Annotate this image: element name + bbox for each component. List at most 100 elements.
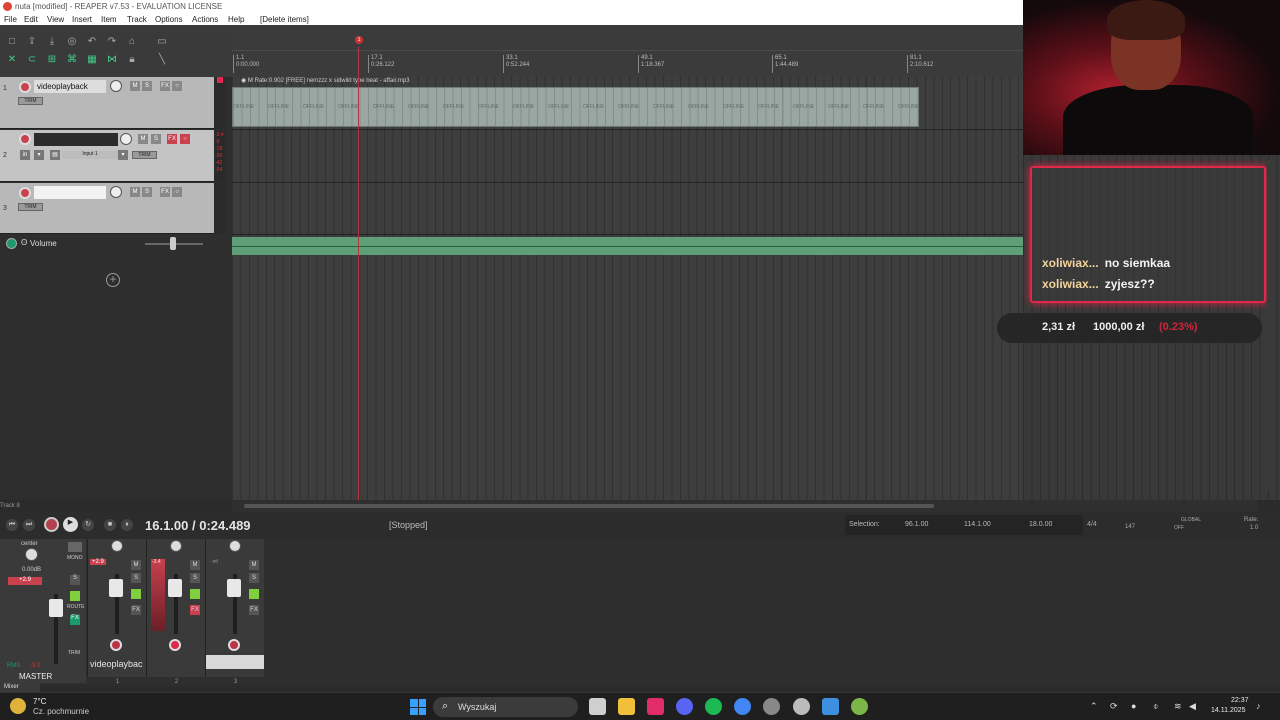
- weather-temperature[interactable]: 7°C: [33, 697, 46, 706]
- automation-mode-button[interactable]: TRIM: [18, 203, 43, 211]
- envelope-points-icon[interactable]: ⊞: [46, 54, 58, 66]
- weather-description[interactable]: Cz. pochmurnie: [33, 707, 89, 716]
- wifi-icon[interactable]: ≋: [1174, 701, 1182, 712]
- mute-button[interactable]: M: [190, 560, 200, 570]
- pause-button[interactable]: ⏸: [121, 519, 133, 531]
- input-type-icon[interactable]: ▤: [50, 150, 60, 160]
- record-button[interactable]: [44, 517, 59, 532]
- mixer-strip-1[interactable]: +2.9 M S FX videoplaybac 1: [87, 539, 146, 685]
- timeline-ruler[interactable]: 1.1 0:00.000 17.1 0:26.122 33.1 0:52.244 49…: [232, 25, 1023, 77]
- bpm-value[interactable]: 147: [1125, 524, 1135, 530]
- track-2-header[interactable]: 2 M S FX ○ in ▾ ▤ Input 1 ▾ TRIM: [0, 130, 214, 182]
- edit-cursor-marker[interactable]: 1: [355, 36, 363, 44]
- track-name-field[interactable]: [34, 186, 106, 199]
- vertical-scrollbar[interactable]: [1267, 160, 1273, 490]
- automation-mode-button[interactable]: TRIM: [18, 97, 43, 105]
- clock-date[interactable]: 14.11.2025: [1211, 707, 1246, 714]
- snap-icon[interactable]: ⌘: [66, 54, 78, 66]
- fx-button[interactable]: FX: [131, 605, 141, 615]
- mute-button[interactable]: M: [138, 134, 148, 144]
- selection-length[interactable]: 18.0.00: [1029, 521, 1052, 528]
- menu-edit[interactable]: Edit: [24, 15, 38, 24]
- envelope-arm-icon[interactable]: ʘ: [21, 238, 27, 247]
- spotify-icon[interactable]: [705, 698, 722, 715]
- record-arm-button[interactable]: [19, 187, 31, 199]
- save-project-icon[interactable]: ⤓: [46, 36, 58, 48]
- input-monitor-button[interactable]: in: [20, 150, 30, 160]
- horizontal-scrollbar[interactable]: [232, 500, 1257, 512]
- obs-icon[interactable]: [763, 698, 780, 715]
- record-arm-button[interactable]: [169, 639, 181, 651]
- repeat-icon[interactable]: ↻: [82, 519, 94, 531]
- fx-button[interactable]: FX: [167, 134, 177, 144]
- menu-insert[interactable]: Insert: [72, 15, 92, 24]
- discord-icon[interactable]: [676, 698, 693, 715]
- tray-app-icon[interactable]: ●: [1131, 701, 1136, 711]
- play-button[interactable]: ▶: [63, 517, 78, 532]
- pan-knob[interactable]: [170, 540, 182, 552]
- master-phase-icon[interactable]: [70, 591, 80, 601]
- solo-button[interactable]: S: [249, 573, 259, 583]
- record-arm-button[interactable]: [110, 639, 122, 651]
- clock-time[interactable]: 22:37: [1231, 697, 1249, 704]
- stop-button[interactable]: ■: [104, 519, 116, 531]
- envelope-line[interactable]: [232, 246, 1028, 247]
- media-item-offline[interactable]: ◉ M Rate:0.902 [FREE] nemzzz x sidwild t…: [232, 78, 919, 127]
- notification-bell-icon[interactable]: ♪: [1256, 701, 1261, 711]
- start-button[interactable]: [410, 699, 426, 715]
- solo-button[interactable]: S: [131, 573, 141, 583]
- solo-button[interactable]: S: [142, 187, 152, 197]
- envelope-fader[interactable]: [170, 237, 176, 250]
- time-signature[interactable]: 4/4: [1087, 521, 1097, 528]
- master-solo-button[interactable]: S: [70, 575, 80, 585]
- track-name-field[interactable]: [34, 133, 118, 146]
- mute-button[interactable]: M: [130, 81, 140, 91]
- go-to-end-icon[interactable]: ⏭: [23, 519, 35, 531]
- fx-bypass-button[interactable]: ○: [172, 81, 182, 91]
- record-arm-button[interactable]: [19, 133, 31, 145]
- menu-item[interactable]: Item: [101, 15, 117, 24]
- open-project-icon[interactable]: ⇪: [26, 36, 38, 48]
- metronome-icon[interactable]: ⌂: [126, 36, 138, 48]
- envelope-bypass-icon[interactable]: [6, 238, 17, 249]
- menu-file[interactable]: File: [4, 15, 17, 24]
- selection-end[interactable]: 114.1.00: [964, 521, 991, 528]
- fx-button[interactable]: FX: [160, 81, 170, 91]
- file-explorer-icon[interactable]: [618, 698, 635, 715]
- grid-settings-icon[interactable]: ▭: [156, 36, 168, 48]
- input-chevron-icon[interactable]: ▾: [34, 150, 44, 160]
- solo-button[interactable]: S: [142, 81, 152, 91]
- record-arm-button[interactable]: [19, 81, 31, 93]
- solo-button[interactable]: S: [190, 573, 200, 583]
- fx-button[interactable]: FX: [249, 605, 259, 615]
- track-1-header[interactable]: 1 videoplayback M S FX ○ TRIM: [0, 77, 214, 129]
- menu-track[interactable]: Track: [127, 15, 147, 24]
- phase-icon[interactable]: [190, 589, 200, 599]
- track-3-header[interactable]: 3 M S FX ○ TRIM: [0, 183, 214, 234]
- mixer-tab[interactable]: Mixer: [0, 682, 40, 692]
- input-selector[interactable]: Input 1: [62, 151, 118, 159]
- automation-mode-button[interactable]: TRIM: [132, 151, 157, 159]
- volume-envelope-lane[interactable]: [232, 237, 1028, 255]
- strip-name-field[interactable]: [206, 655, 264, 669]
- mono-button[interactable]: MONO: [67, 555, 83, 561]
- scrollbar-thumb[interactable]: [244, 504, 934, 508]
- volume-knob[interactable]: [110, 186, 122, 198]
- volume-knob[interactable]: [120, 133, 132, 145]
- menu-view[interactable]: View: [47, 15, 64, 24]
- route-button[interactable]: ROUTE: [67, 604, 85, 610]
- item-grouping-icon[interactable]: ⊂: [26, 54, 38, 66]
- phase-icon[interactable]: [249, 589, 259, 599]
- track-name-field[interactable]: videoplayback: [34, 80, 106, 93]
- lock-icon[interactable]: 🔒︎: [126, 54, 138, 66]
- redo-icon[interactable]: ↷: [106, 36, 118, 48]
- menu-options[interactable]: Options: [155, 15, 183, 24]
- master-width-icon[interactable]: [68, 542, 82, 552]
- master-pan-knob[interactable]: [25, 548, 38, 561]
- pan-knob[interactable]: [111, 540, 123, 552]
- menu-delete-items[interactable]: [Delete items]: [260, 15, 309, 24]
- fx-bypass-button[interactable]: ○: [172, 187, 182, 197]
- input-dropdown-icon[interactable]: ▾: [118, 150, 128, 160]
- weather-icon[interactable]: [10, 698, 26, 714]
- record-arm-button[interactable]: [228, 639, 240, 651]
